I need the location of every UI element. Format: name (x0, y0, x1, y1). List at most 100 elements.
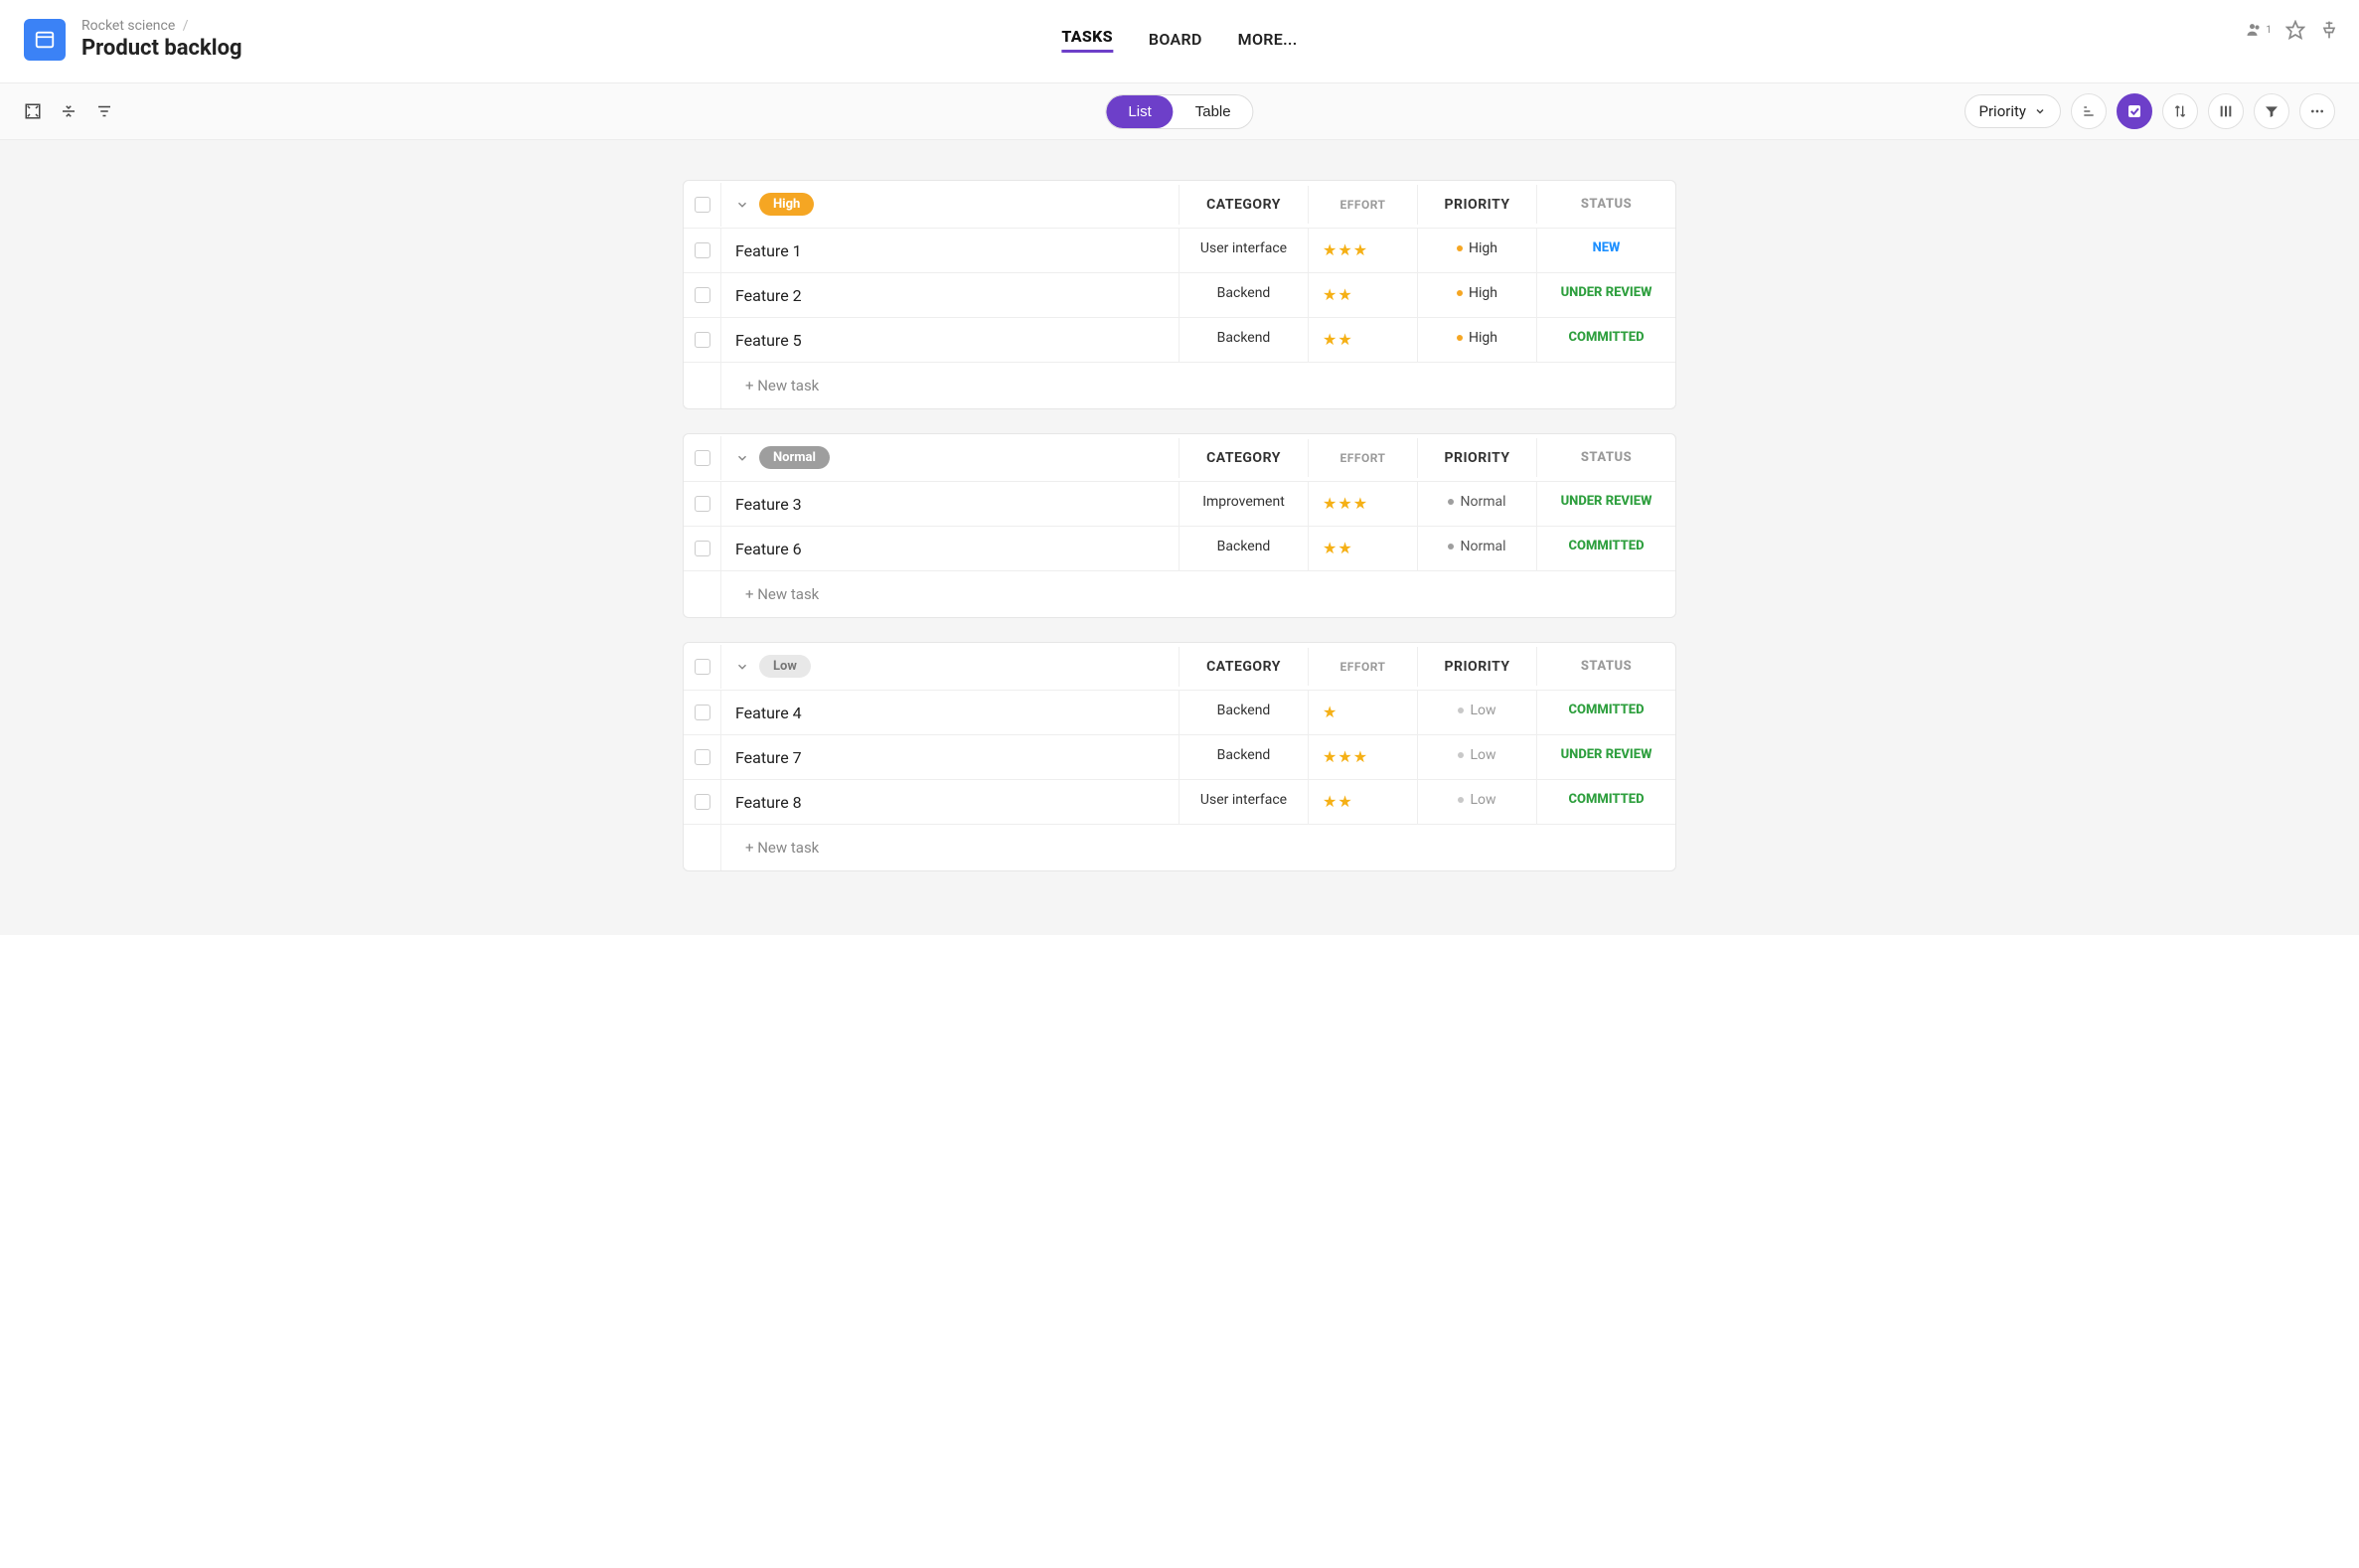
group-by-dropdown[interactable]: Priority (1965, 94, 2061, 128)
chevron-down-icon[interactable] (735, 451, 749, 465)
task-category[interactable]: Backend (1179, 735, 1308, 779)
row-checkbox[interactable] (695, 242, 710, 258)
column-header-priority[interactable]: PRIORITY (1417, 438, 1536, 478)
column-header-category[interactable]: CATEGORY (1179, 647, 1308, 687)
task-title[interactable]: Feature 7 (721, 735, 1179, 779)
group-checkbox[interactable] (695, 450, 710, 466)
chevron-down-icon[interactable] (735, 660, 749, 674)
group-checkbox[interactable] (695, 197, 710, 213)
more-button[interactable] (2299, 93, 2335, 129)
task-status[interactable]: UNDER REVIEW (1536, 482, 1675, 526)
view-table-button[interactable]: Table (1174, 95, 1253, 128)
task-category[interactable]: User interface (1179, 780, 1308, 824)
task-priority[interactable]: Normal (1417, 482, 1536, 526)
task-category[interactable]: User interface (1179, 229, 1308, 272)
tab-more[interactable]: MORE... (1238, 30, 1298, 53)
row-checkbox[interactable] (695, 749, 710, 765)
task-status[interactable]: COMMITTED (1536, 527, 1675, 570)
new-task-button[interactable]: + New task (721, 363, 1675, 408)
chevron-down-icon[interactable] (735, 198, 749, 212)
collapse-icon[interactable] (60, 102, 78, 120)
column-header-priority[interactable]: PRIORITY (1417, 185, 1536, 225)
column-header-effort[interactable]: EFFORT (1308, 439, 1417, 477)
row-checkbox[interactable] (695, 541, 710, 556)
column-header-status[interactable]: STATUS (1536, 438, 1675, 477)
tab-tasks[interactable]: TASKS (1061, 27, 1113, 53)
row-checkbox[interactable] (695, 794, 710, 810)
group-pill[interactable]: High (759, 193, 814, 216)
row-checkbox[interactable] (695, 496, 710, 512)
task-effort[interactable]: ★★ (1308, 780, 1417, 824)
task-effort[interactable]: ★★ (1308, 527, 1417, 570)
group-checkbox[interactable] (695, 659, 710, 675)
task-priority[interactable]: Normal (1417, 527, 1536, 570)
task-effort[interactable]: ★ (1308, 691, 1417, 734)
column-header-status[interactable]: STATUS (1536, 647, 1675, 686)
column-header-effort[interactable]: EFFORT (1308, 186, 1417, 224)
task-title[interactable]: Feature 2 (721, 273, 1179, 317)
group-pill[interactable]: Low (759, 655, 811, 678)
star-icon[interactable] (2285, 20, 2305, 40)
row-checkbox[interactable] (695, 287, 710, 303)
task-title[interactable]: Feature 5 (721, 318, 1179, 362)
task-effort[interactable]: ★★★ (1308, 482, 1417, 526)
task-priority[interactable]: High (1417, 273, 1536, 317)
task-row[interactable]: Feature 4Backend★LowCOMMITTED (684, 691, 1675, 735)
task-category[interactable]: Improvement (1179, 482, 1308, 526)
column-header-priority[interactable]: PRIORITY (1417, 647, 1536, 687)
tab-board[interactable]: BOARD (1149, 30, 1202, 53)
task-effort[interactable]: ★★★ (1308, 229, 1417, 272)
column-header-status[interactable]: STATUS (1536, 185, 1675, 224)
row-checkbox[interactable] (695, 705, 710, 720)
task-row[interactable]: Feature 8User interface★★LowCOMMITTED (684, 780, 1675, 825)
people-icon[interactable]: 1 (2245, 20, 2272, 40)
column-header-effort[interactable]: EFFORT (1308, 648, 1417, 686)
task-row[interactable]: Feature 2Backend★★HighUNDER REVIEW (684, 273, 1675, 318)
task-status[interactable]: COMMITTED (1536, 691, 1675, 734)
group-pill[interactable]: Normal (759, 446, 830, 469)
filter-button[interactable] (2254, 93, 2289, 129)
pin-icon[interactable] (2319, 20, 2339, 40)
task-category[interactable]: Backend (1179, 691, 1308, 734)
task-row[interactable]: Feature 7Backend★★★LowUNDER REVIEW (684, 735, 1675, 780)
task-title[interactable]: Feature 8 (721, 780, 1179, 824)
new-task-button[interactable]: + New task (721, 571, 1675, 617)
task-effort[interactable]: ★★ (1308, 273, 1417, 317)
task-status[interactable]: COMMITTED (1536, 318, 1675, 362)
column-header-category[interactable]: CATEGORY (1179, 438, 1308, 478)
task-status[interactable]: UNDER REVIEW (1536, 273, 1675, 317)
completed-toggle-button[interactable] (2117, 93, 2152, 129)
task-priority[interactable]: Low (1417, 780, 1536, 824)
task-row[interactable]: Feature 3Improvement★★★NormalUNDER REVIE… (684, 482, 1675, 527)
task-title[interactable]: Feature 3 (721, 482, 1179, 526)
task-category[interactable]: Backend (1179, 527, 1308, 570)
fullscreen-icon[interactable] (24, 102, 42, 120)
row-checkbox[interactable] (695, 332, 710, 348)
task-category[interactable]: Backend (1179, 273, 1308, 317)
hierarchy-button[interactable] (2071, 93, 2107, 129)
task-status[interactable]: UNDER REVIEW (1536, 735, 1675, 779)
task-title[interactable]: Feature 6 (721, 527, 1179, 570)
breadcrumb[interactable]: Rocket science / (81, 18, 242, 34)
task-title[interactable]: Feature 1 (721, 229, 1179, 272)
task-row[interactable]: Feature 5Backend★★HighCOMMITTED (684, 318, 1675, 363)
filter-lines-icon[interactable] (95, 102, 113, 120)
task-priority[interactable]: High (1417, 229, 1536, 272)
sort-button[interactable] (2162, 93, 2198, 129)
breadcrumb-parent[interactable]: Rocket science (81, 18, 175, 34)
task-title[interactable]: Feature 4 (721, 691, 1179, 734)
task-priority[interactable]: Low (1417, 691, 1536, 734)
task-priority[interactable]: Low (1417, 735, 1536, 779)
task-effort[interactable]: ★★★ (1308, 735, 1417, 779)
new-task-button[interactable]: + New task (721, 825, 1675, 870)
column-header-category[interactable]: CATEGORY (1179, 185, 1308, 225)
task-effort[interactable]: ★★ (1308, 318, 1417, 362)
task-row[interactable]: Feature 1User interface★★★HighNEW (684, 229, 1675, 273)
task-category[interactable]: Backend (1179, 318, 1308, 362)
view-list-button[interactable]: List (1106, 95, 1173, 128)
columns-button[interactable] (2208, 93, 2244, 129)
task-priority[interactable]: High (1417, 318, 1536, 362)
task-status[interactable]: NEW (1536, 229, 1675, 272)
task-status[interactable]: COMMITTED (1536, 780, 1675, 824)
task-row[interactable]: Feature 6Backend★★NormalCOMMITTED (684, 527, 1675, 571)
